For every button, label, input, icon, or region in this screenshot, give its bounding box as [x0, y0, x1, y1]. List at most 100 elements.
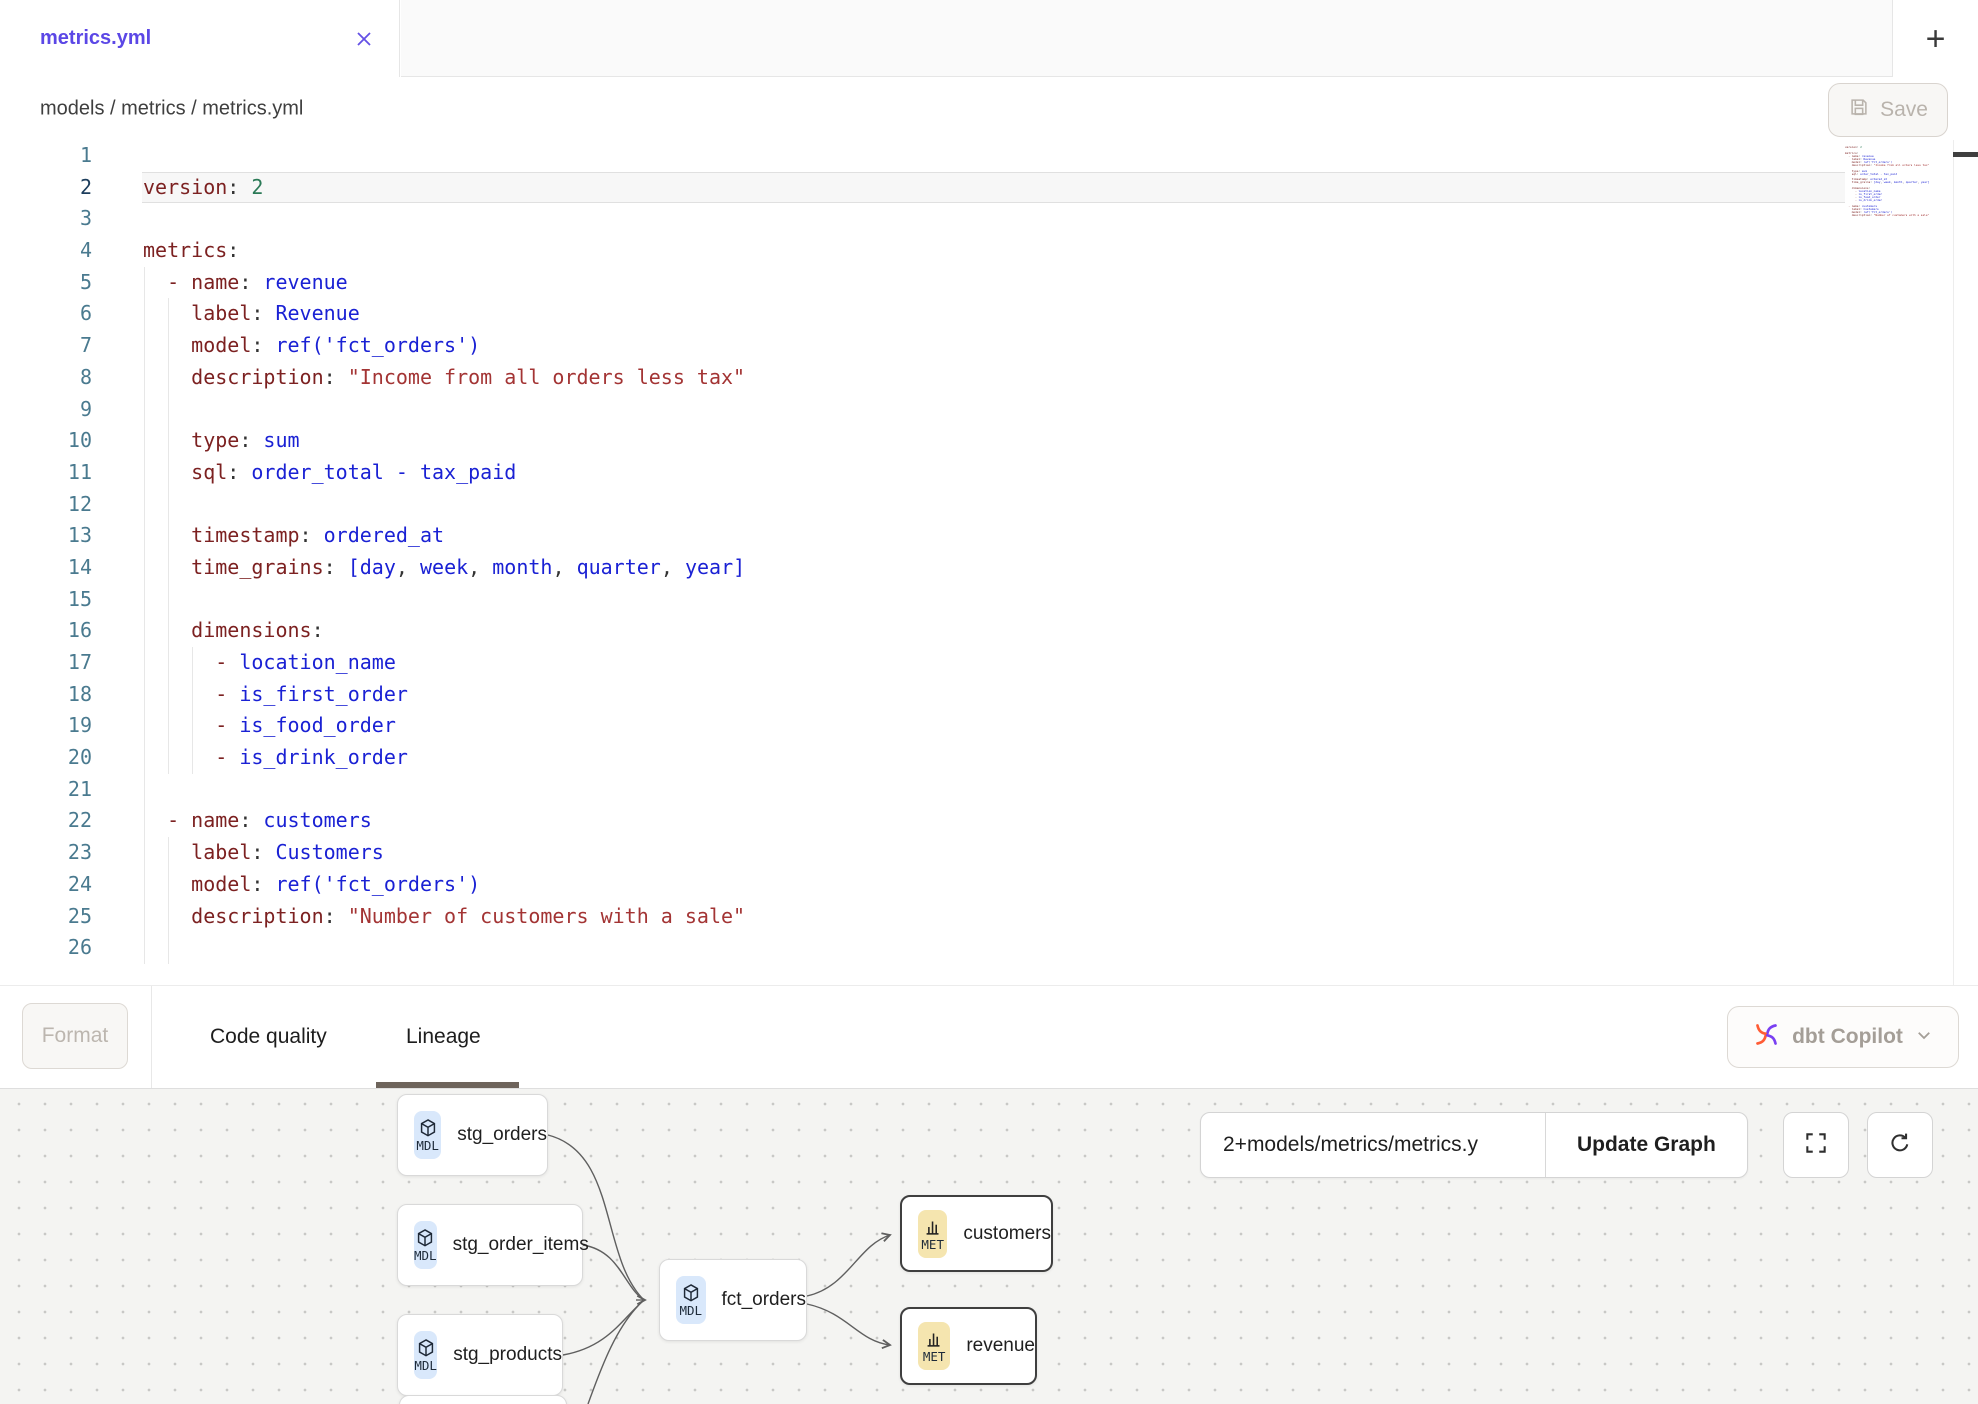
- indent-guide: [144, 489, 145, 521]
- tab-bar: metrics.yml +: [0, 0, 1978, 77]
- code-text: - location_name: [143, 647, 396, 679]
- code-text: description: "Number of customers with a…: [143, 901, 745, 933]
- save-label: Save: [1880, 98, 1928, 122]
- graph-node-revenue[interactable]: MET revenue: [900, 1307, 1037, 1385]
- code-line[interactable]: 12: [0, 489, 1978, 521]
- line-number: 15: [0, 584, 92, 616]
- code-line[interactable]: 4metrics:: [0, 235, 1978, 267]
- graph-node-stg_orders[interactable]: MDLstg_orders: [397, 1094, 548, 1176]
- new-tab-area: +: [1892, 0, 1978, 77]
- code-text: model: ref('fct_orders'): [143, 330, 480, 362]
- code-text: type: sum: [143, 425, 300, 457]
- lineage-graph-panel[interactable]: MDLstg_ordersMDLstg_order_itemsMDLstg_pr…: [0, 1089, 1978, 1404]
- code-text: model: ref('fct_orders'): [143, 869, 480, 901]
- graph-node-partial[interactable]: [399, 1395, 567, 1404]
- cube-icon: MDL: [414, 1221, 437, 1269]
- code-line[interactable]: 18 - is_first_order: [0, 679, 1978, 711]
- dbt-copilot-icon: [1753, 1021, 1780, 1053]
- code-line[interactable]: 11 sql: order_total - tax_paid: [0, 457, 1978, 489]
- graph-node-fct_orders[interactable]: MDL fct_orders: [659, 1259, 807, 1341]
- indent-guide: [168, 489, 169, 521]
- code-line[interactable]: 14 time_grains: [day, week, month, quart…: [0, 552, 1978, 584]
- code-line[interactable]: 19 - is_food_order: [0, 710, 1978, 742]
- active-tab-underline: [376, 1082, 519, 1088]
- code-line[interactable]: 9: [0, 394, 1978, 426]
- code-text: - is_first_order: [143, 679, 408, 711]
- code-line[interactable]: 24 model: ref('fct_orders'): [0, 869, 1978, 901]
- cube-icon: MDL: [414, 1331, 437, 1379]
- code-line[interactable]: 10 type: sum: [0, 425, 1978, 457]
- save-button[interactable]: Save: [1828, 83, 1948, 137]
- format-button[interactable]: Format: [22, 1003, 128, 1069]
- line-number: 20: [0, 742, 92, 774]
- badge-label: MET: [923, 1349, 946, 1364]
- refresh-button[interactable]: [1867, 1112, 1933, 1178]
- dbt-copilot-button[interactable]: dbt Copilot: [1727, 1006, 1959, 1068]
- code-line[interactable]: 22 - name: customers: [0, 805, 1978, 837]
- code-line[interactable]: 21: [0, 774, 1978, 806]
- badge-label: MET: [921, 1237, 944, 1252]
- cube-icon: MDL: [676, 1276, 706, 1324]
- tab-code-quality[interactable]: Code quality: [210, 986, 327, 1088]
- line-number: 26: [0, 932, 92, 964]
- node-label: revenue: [966, 1335, 1035, 1357]
- graph-node-stg_order_items[interactable]: MDLstg_order_items: [397, 1204, 583, 1286]
- line-number: 5: [0, 267, 92, 299]
- code-line[interactable]: 3: [0, 203, 1978, 235]
- indent-guide: [168, 932, 169, 964]
- line-number: 17: [0, 647, 92, 679]
- code-text: sql: order_total - tax_paid: [143, 457, 516, 489]
- tab-metrics-yml[interactable]: metrics.yml: [0, 0, 400, 77]
- fullscreen-button[interactable]: [1783, 1112, 1849, 1178]
- code-line[interactable]: 20 - is_drink_order: [0, 742, 1978, 774]
- line-number: 10: [0, 425, 92, 457]
- toolbar-divider: [151, 986, 152, 1088]
- line-number: 21: [0, 774, 92, 806]
- badge-label: MDL: [414, 1248, 437, 1263]
- code-editor[interactable]: 12version: 234metrics:5 - name: revenue6…: [0, 140, 1978, 985]
- ide-window: metrics.yml + models / metrics / metrics…: [0, 0, 1978, 1404]
- code-line[interactable]: 16 dimensions:: [0, 615, 1978, 647]
- line-number: 25: [0, 901, 92, 933]
- node-label: stg_products: [453, 1344, 562, 1366]
- graph-node-stg_products[interactable]: MDL stg_products: [397, 1314, 563, 1396]
- code-line[interactable]: 25 description: "Number of customers wit…: [0, 901, 1978, 933]
- save-icon: [1848, 96, 1870, 124]
- code-line[interactable]: 15: [0, 584, 1978, 616]
- code-line[interactable]: 8 description: "Income from all orders l…: [0, 362, 1978, 394]
- code-line[interactable]: 1: [0, 140, 1978, 172]
- active-line-highlight: [142, 172, 1845, 204]
- code-text: - name: customers: [143, 805, 372, 837]
- line-number: 12: [0, 489, 92, 521]
- code-line[interactable]: 7 model: ref('fct_orders'): [0, 330, 1978, 362]
- node-label: customers: [963, 1223, 1051, 1245]
- tab-lineage[interactable]: Lineage: [406, 986, 481, 1088]
- code-text: - name: revenue: [143, 267, 348, 299]
- minimap[interactable]: version: 2 metrics: - name: revenue labe…: [1845, 143, 1949, 220]
- badge-label: MDL: [414, 1358, 437, 1373]
- code-line[interactable]: 17 - location_name: [0, 647, 1978, 679]
- code-line[interactable]: 23 label: Customers: [0, 837, 1978, 869]
- graph-node-customers[interactable]: MET customers: [900, 1195, 1053, 1272]
- update-graph-button[interactable]: Update Graph: [1545, 1113, 1747, 1177]
- code-line[interactable]: 5 - name: revenue: [0, 267, 1978, 299]
- line-number: 1: [0, 140, 92, 172]
- new-tab-plus-icon[interactable]: +: [1926, 22, 1946, 56]
- code-line[interactable]: 26: [0, 932, 1978, 964]
- breadcrumb: models / metrics / metrics.yml: [40, 97, 303, 120]
- lineage-edge: [583, 1245, 644, 1300]
- lineage-edge: [807, 1304, 890, 1345]
- code-line[interactable]: 6 label: Revenue: [0, 298, 1978, 330]
- node-label: stg_orders: [457, 1124, 547, 1146]
- lineage-filter-input[interactable]: [1201, 1113, 1545, 1177]
- code-lines[interactable]: 12version: 234metrics:5 - name: revenue6…: [0, 140, 1978, 964]
- line-number: 7: [0, 330, 92, 362]
- node-label: fct_orders: [722, 1289, 806, 1311]
- code-line[interactable]: 13 timestamp: ordered_at: [0, 520, 1978, 552]
- fullscreen-icon: [1803, 1130, 1829, 1161]
- dbt-copilot-label: dbt Copilot: [1792, 1025, 1903, 1049]
- overview-ruler: [1953, 140, 1954, 985]
- close-icon[interactable]: [353, 28, 375, 50]
- line-number: 24: [0, 869, 92, 901]
- code-line[interactable]: 2version: 2: [0, 172, 1978, 204]
